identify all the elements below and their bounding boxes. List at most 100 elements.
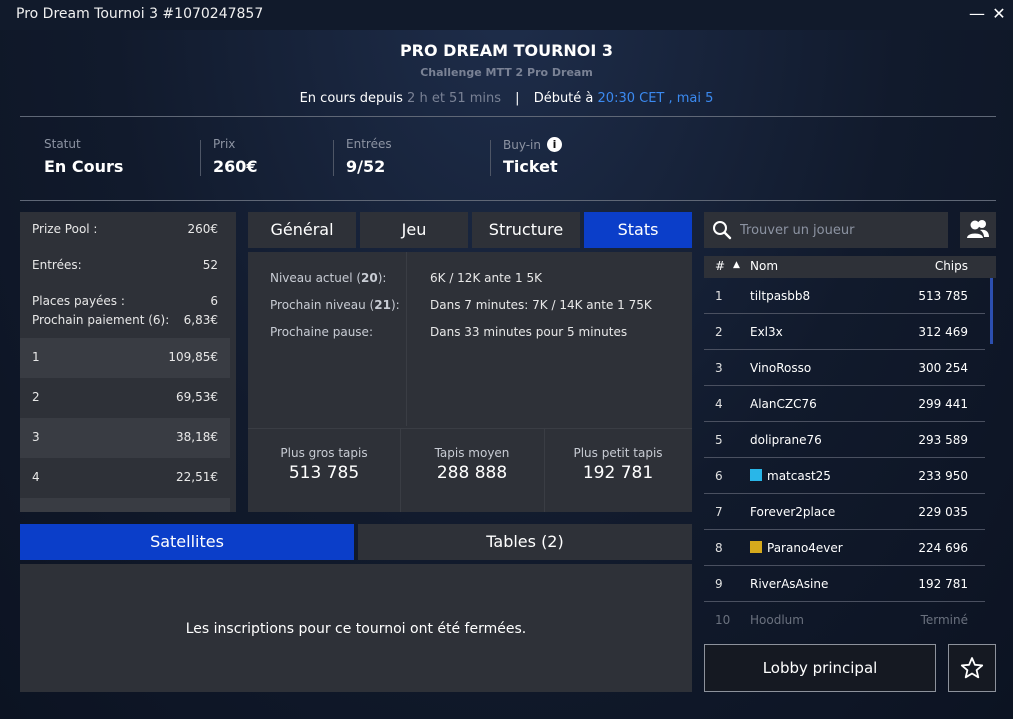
friends-icon <box>967 220 989 238</box>
prize-pool-value: 260€ <box>187 222 218 236</box>
info-icon[interactable]: i <box>547 137 562 152</box>
tab-structure[interactable]: Structure <box>472 212 580 248</box>
average-stack: Tapis moyen 288 888 <box>400 428 544 512</box>
player-rank: 4 <box>715 397 723 411</box>
current-level-label: Niveau actuel (20): <box>270 271 386 285</box>
player-chips: 299 441 <box>918 397 968 411</box>
chips-column-header[interactable]: Chips <box>935 259 968 273</box>
info-entries-value: 9/52 <box>346 157 386 176</box>
payout-row: 2 69,53€ <box>20 378 230 418</box>
player-row[interactable]: 10 Hoodlum Terminé <box>704 602 985 638</box>
rank-column-header[interactable]: # <box>715 259 725 273</box>
info-divider <box>200 140 201 176</box>
tab-jeu[interactable]: Jeu <box>360 212 468 248</box>
info-prize: Prix 260€ <box>213 137 258 176</box>
player-chips: 229 035 <box>918 505 968 519</box>
player-row[interactable]: 8 Parano4ever 224 696 <box>704 530 985 566</box>
tab-stats[interactable]: Stats <box>584 212 692 248</box>
player-chips: Terminé <box>920 613 968 627</box>
next-level-value: Dans 7 minutes: 7K / 14K ante 1 75K <box>430 298 652 312</box>
player-name: Parano4ever <box>750 541 843 555</box>
player-rank: 3 <box>715 361 723 375</box>
player-name: VinoRosso <box>750 361 812 375</box>
search-input[interactable] <box>740 212 940 248</box>
player-row[interactable]: 9 RiverAsAsine 192 781 <box>704 566 985 602</box>
player-rank: 1 <box>715 289 723 303</box>
close-icon[interactable]: ✕ <box>990 4 1008 24</box>
payout-row: 1 109,85€ <box>20 338 230 378</box>
next-pause-value: Dans 33 minutes pour 5 minutes <box>430 325 628 339</box>
player-rank: 8 <box>715 541 723 555</box>
player-row[interactable]: 7 Forever2place 229 035 <box>704 494 985 530</box>
players-scrollbar[interactable] <box>990 278 993 344</box>
info-buyin-label-text: Buy-in <box>503 138 541 152</box>
info-status: Statut En Cours <box>44 137 123 176</box>
stats-divider <box>406 252 407 426</box>
info-prize-label: Prix <box>213 137 236 151</box>
main-lobby-button[interactable]: Lobby principal <box>704 644 936 692</box>
info-status-label: Statut <box>44 137 81 151</box>
minimize-icon[interactable]: — <box>968 4 986 24</box>
payout-place: 4 <box>32 470 40 484</box>
player-row[interactable]: 4 AlanCZC76 299 441 <box>704 386 985 422</box>
tab-general[interactable]: Général <box>248 212 356 248</box>
current-level-value: 6K / 12K ante 1 5K <box>430 271 542 285</box>
player-rank: 7 <box>715 505 723 519</box>
payout-place: 1 <box>32 350 40 364</box>
player-rank: 9 <box>715 577 723 591</box>
info-divider <box>490 140 491 176</box>
info-divider <box>333 140 334 176</box>
payout-amount: 22,51€ <box>176 470 218 484</box>
players-table-header: # ▲ Nom Chips <box>704 256 996 278</box>
player-name: RiverAsAsine <box>750 577 829 591</box>
payout-row: 4 22,51€ <box>20 458 230 498</box>
tournament-status-line: En cours depuis 2 h et 51 mins | Débuté … <box>0 91 1013 106</box>
player-chips: 224 696 <box>918 541 968 555</box>
player-name: Hoodlum <box>750 613 804 627</box>
player-search[interactable] <box>704 212 948 248</box>
sort-ascending-icon[interactable]: ▲ <box>733 260 740 270</box>
tab-satellites[interactable]: Satellites <box>20 524 354 560</box>
info-prize-value: 260€ <box>213 157 258 176</box>
smallest-stack: Plus petit tapis 192 781 <box>544 428 692 512</box>
info-status-value: En Cours <box>44 157 124 176</box>
current-level-label-end: ): <box>377 271 387 285</box>
player-name-text: matcast25 <box>767 469 831 483</box>
title-bar: Pro Dream Tournoi 3 #1070247857 — ✕ <box>0 0 1013 30</box>
name-column-header[interactable]: Nom <box>750 259 778 273</box>
paid-places-value: 6 <box>210 294 218 308</box>
player-chips: 192 781 <box>918 577 968 591</box>
running-value: 2 h et 51 mins <box>407 91 502 106</box>
window-title: Pro Dream Tournoi 3 #1070247857 <box>16 6 264 22</box>
divider-top <box>20 116 996 117</box>
player-rank: 6 <box>715 469 723 483</box>
payout-amount: 69,53€ <box>176 390 218 404</box>
player-row[interactable]: 3 VinoRosso 300 254 <box>704 350 985 386</box>
largest-stack: Plus gros tapis 513 785 <box>248 428 400 512</box>
friends-button[interactable] <box>960 212 996 248</box>
running-label: En cours depuis <box>299 91 403 106</box>
player-tag-icon <box>750 469 762 481</box>
player-row[interactable]: 5 doliprane76 293 589 <box>704 422 985 458</box>
player-chips: 293 589 <box>918 433 968 447</box>
smallest-stack-value: 192 781 <box>582 463 654 483</box>
tournament-title: PRO DREAM TOURNOI 3 <box>399 41 614 60</box>
player-row[interactable]: 6 matcast25 233 950 <box>704 458 985 494</box>
current-level-number: 20 <box>361 271 378 285</box>
player-name: AlanCZC76 <box>750 397 817 411</box>
average-stack-label: Tapis moyen <box>434 446 510 460</box>
player-row[interactable]: 2 Exl3x 312 469 <box>704 314 985 350</box>
prize-pool-label: Prize Pool : <box>32 222 98 236</box>
player-name: tiltpasbb8 <box>750 289 811 303</box>
next-level-number: 21 <box>374 298 391 312</box>
current-level-label-text: Niveau actuel ( <box>270 271 362 285</box>
search-icon <box>713 221 732 240</box>
started-label: Débuté à <box>533 91 594 106</box>
tab-tables[interactable]: Tables (2) <box>358 524 692 560</box>
tournament-subtitle: Challenge MTT 2 Pro Dream <box>420 66 593 79</box>
next-payout-label: Prochain paiement (6): <box>32 313 170 327</box>
player-row[interactable]: 1 tiltpasbb8 513 785 <box>704 278 985 314</box>
entries-value: 52 <box>202 258 218 272</box>
favorite-button[interactable] <box>948 644 996 692</box>
player-name: Exl3x <box>750 325 783 339</box>
